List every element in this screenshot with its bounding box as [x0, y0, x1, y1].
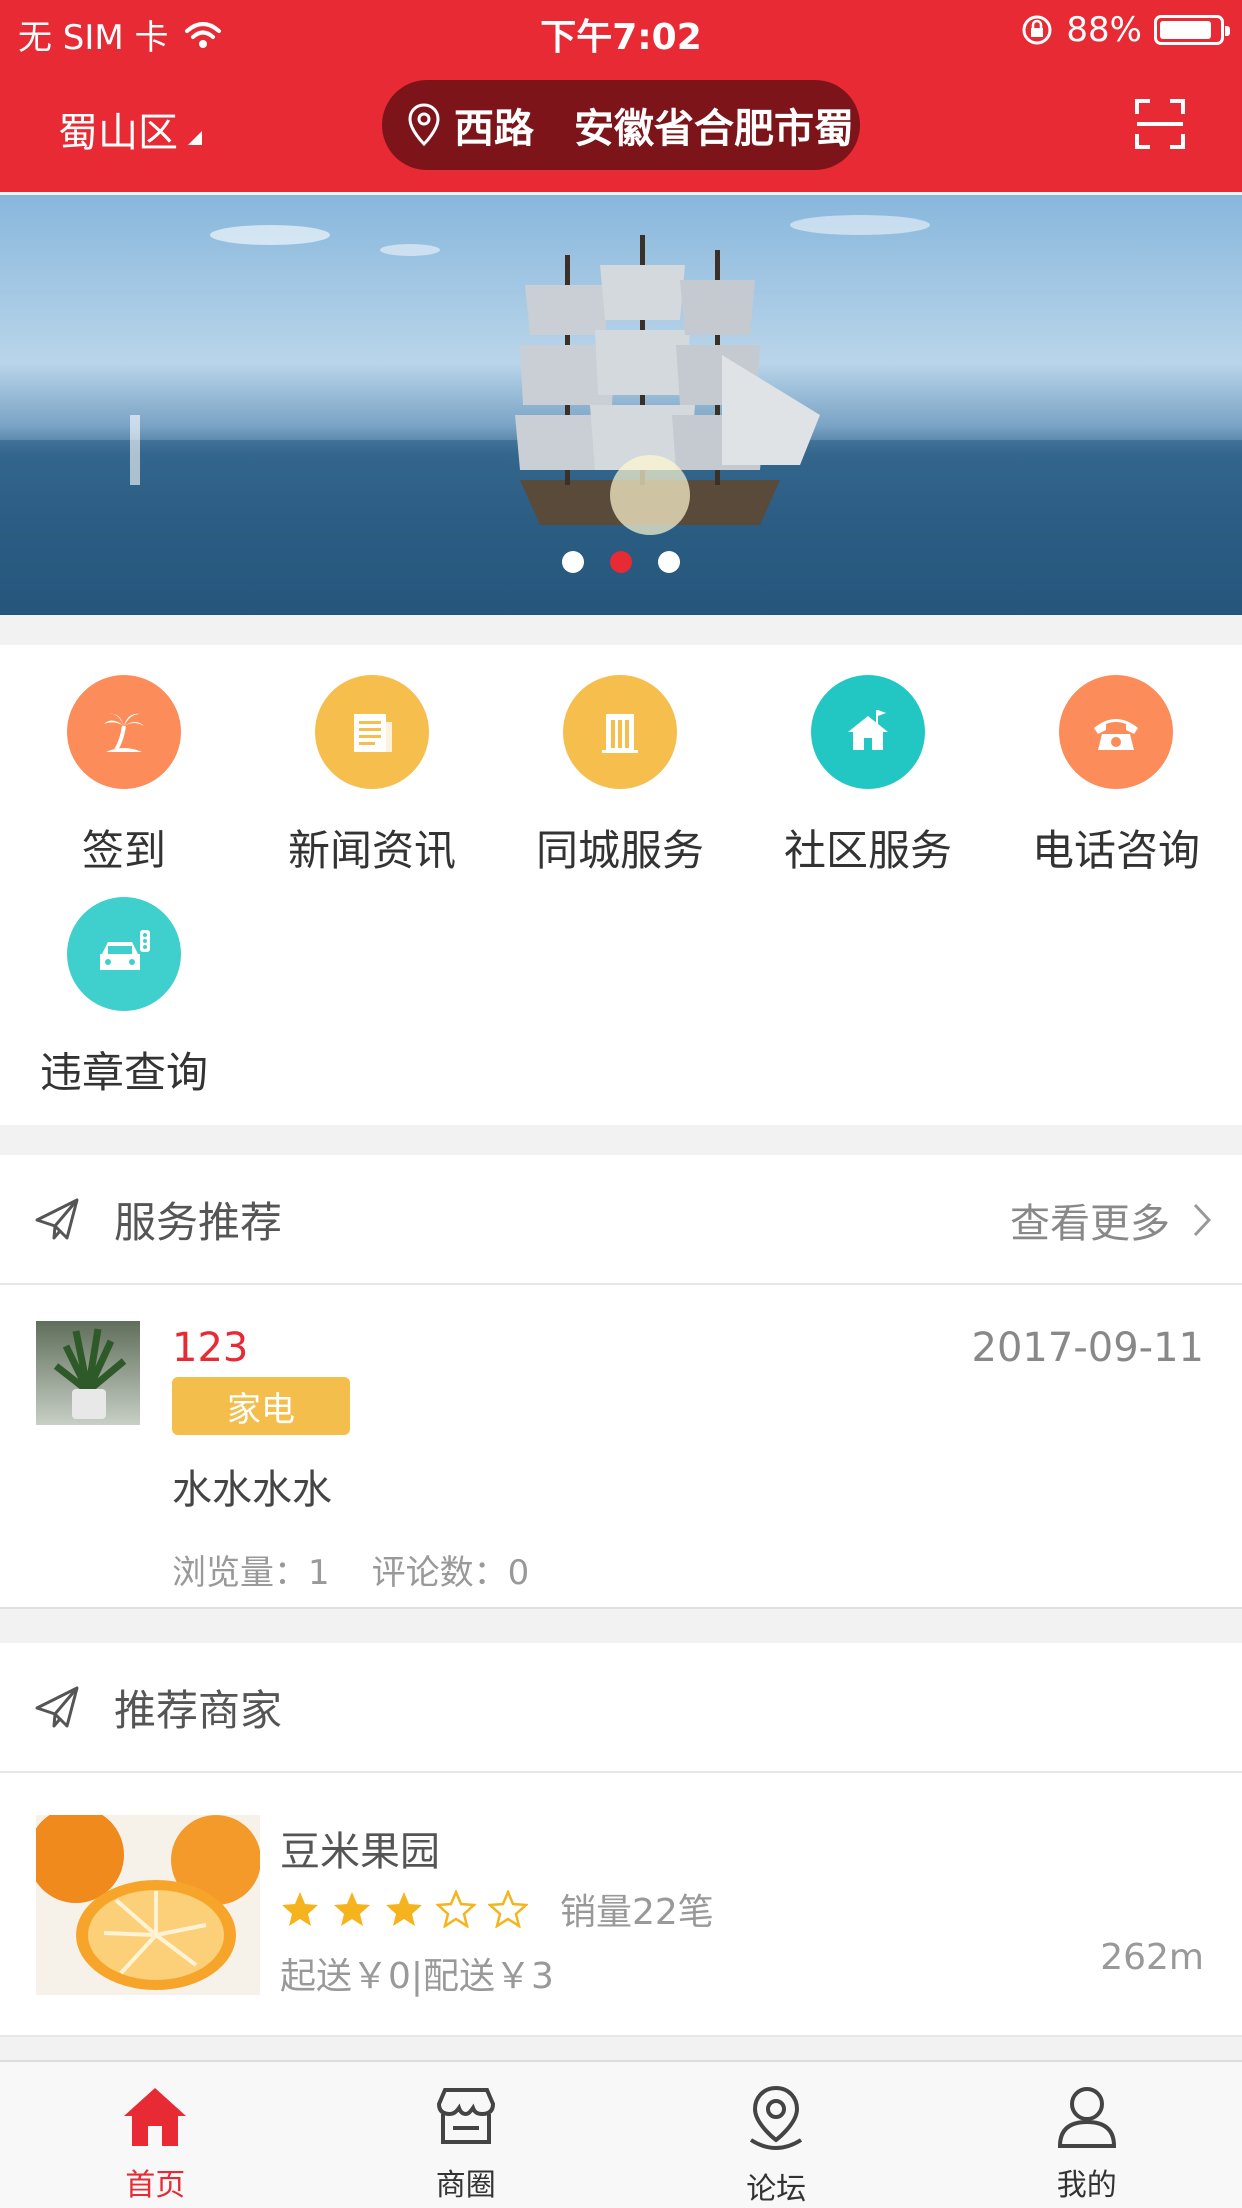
quick-menu-label: 电话咨询 — [1031, 826, 1200, 875]
home-icon — [120, 2084, 190, 2152]
header-bar: 无 SIM 卡 下午7:02 88% 蜀山区 西路 安徽省合肥市蜀 — [0, 0, 1242, 192]
sales-count: 销量22笔 — [560, 1892, 714, 1933]
battery-icon — [1154, 15, 1230, 45]
comments-label: 评论数： — [371, 1553, 508, 1593]
bottom-tab-bar: 首页 商圈 论坛 我的 — [0, 2060, 1242, 2208]
tab-store[interactable]: 商圈 — [311, 2062, 622, 2208]
telephone-icon — [1059, 675, 1173, 789]
location-text: 西路 安徽省合肥市蜀 — [454, 106, 854, 152]
merchant-name: 豆米果园 — [280, 1829, 440, 1875]
newspaper-icon — [315, 675, 429, 789]
banner-carousel[interactable] — [0, 195, 1242, 615]
quick-menu-label: 签到 — [81, 826, 166, 875]
star-empty-icon — [436, 1890, 476, 1928]
section-title: 推荐商家 — [114, 1685, 283, 1735]
quick-menu-label: 社区服务 — [783, 826, 952, 875]
rotation-lock-icon — [1022, 15, 1052, 45]
chevron-right-icon — [1193, 1203, 1212, 1237]
battery-percent: 88% — [1066, 10, 1142, 50]
quick-menu-label: 违章查询 — [39, 1048, 208, 1097]
location-pin-icon — [408, 103, 440, 147]
star-empty-icon — [488, 1890, 528, 1928]
store-icon — [431, 2084, 501, 2152]
service-recommend-section: 服务推荐 查看更多 123 2017-09-11 家电 水水水水 浏览量：1 评… — [0, 1155, 1242, 1609]
scan-icon[interactable] — [1134, 98, 1186, 150]
star-filled-icon — [334, 1892, 370, 1926]
status-bar: 无 SIM 卡 下午7:02 88% — [0, 0, 1242, 64]
service-item[interactable]: 123 2017-09-11 家电 水水水水 浏览量：1 评论数：0 — [0, 1285, 1242, 1609]
tab-label: 首页 — [125, 2168, 186, 2203]
merchant-thumbnail — [36, 1815, 260, 1995]
views-label: 浏览量： — [172, 1553, 308, 1593]
tab-user[interactable]: 我的 — [932, 2062, 1242, 2208]
carousel-dot[interactable] — [658, 551, 680, 573]
carousel-dot[interactable] — [562, 551, 584, 573]
tab-map-pin[interactable]: 论坛 — [621, 2062, 932, 2208]
palm-tree-icon — [67, 675, 181, 789]
distance-label: 262m — [1100, 1937, 1204, 1978]
dropdown-triangle-icon — [188, 131, 202, 145]
star-filled-icon — [386, 1892, 422, 1926]
service-description: 水水水水 — [172, 1467, 332, 1513]
service-stats: 浏览量：1 评论数：0 — [172, 1545, 529, 1594]
car-traffic-light-icon — [67, 897, 181, 1011]
category-badge: 家电 — [172, 1377, 350, 1435]
section-title: 服务推荐 — [114, 1197, 283, 1247]
quick-menu-item[interactable]: 社区服务 — [744, 675, 992, 878]
views-count: 1 — [308, 1553, 330, 1593]
paper-plane-icon — [35, 1686, 79, 1728]
quick-menu-label: 新闻资讯 — [287, 826, 456, 875]
carousel-indicator — [0, 551, 1242, 573]
building-icon — [563, 675, 677, 789]
star-filled-icon — [282, 1892, 318, 1926]
map-pin-icon — [741, 2084, 811, 2156]
district-selector[interactable]: 蜀山区 — [58, 100, 202, 158]
tab-label: 商圈 — [435, 2168, 496, 2203]
merchant-recommend-section: 推荐商家 豆米果园 销量22笔 起送￥0|配送￥3 262m — [0, 1643, 1242, 2037]
quick-menu-item[interactable]: 新闻资讯 — [248, 675, 496, 878]
delivery-fees: 起送￥0|配送￥3 — [280, 1956, 554, 1997]
tab-label: 论坛 — [746, 2172, 807, 2207]
quick-menu-label: 同城服务 — [535, 826, 704, 875]
view-more-label: 查看更多 — [1010, 1201, 1170, 1247]
section-header: 服务推荐 查看更多 — [0, 1155, 1242, 1285]
quick-menu-item[interactable]: 同城服务 — [496, 675, 744, 878]
tab-home[interactable]: 首页 — [0, 2062, 311, 2208]
quick-menu-item[interactable]: 违章查询 — [0, 897, 248, 1100]
house-flag-icon — [811, 675, 925, 789]
paper-plane-icon — [35, 1198, 79, 1240]
carousel-dot[interactable] — [610, 551, 632, 573]
quick-menu-item[interactable]: 电话咨询 — [992, 675, 1240, 878]
merchant-item[interactable]: 豆米果园 销量22笔 起送￥0|配送￥3 262m — [0, 1773, 1242, 2037]
district-label: 蜀山区 — [58, 110, 178, 156]
service-date: 2017-09-11 — [971, 1325, 1204, 1371]
tab-label: 我的 — [1056, 2168, 1117, 2203]
quick-menu: 签到 新闻资讯 同城服务 社区服务 电话咨询违章查询 — [0, 645, 1242, 1125]
comments-count: 0 — [507, 1553, 530, 1593]
service-name: 123 — [172, 1325, 249, 1371]
user-icon — [1052, 2084, 1122, 2152]
section-header: 推荐商家 — [0, 1643, 1242, 1773]
quick-menu-item[interactable]: 签到 — [0, 675, 248, 878]
view-more-link[interactable]: 查看更多 — [1010, 1155, 1212, 1285]
rating-stars: 销量22笔 — [280, 1883, 714, 1935]
service-thumbnail — [36, 1321, 140, 1425]
location-bar[interactable]: 西路 安徽省合肥市蜀 — [382, 80, 860, 170]
